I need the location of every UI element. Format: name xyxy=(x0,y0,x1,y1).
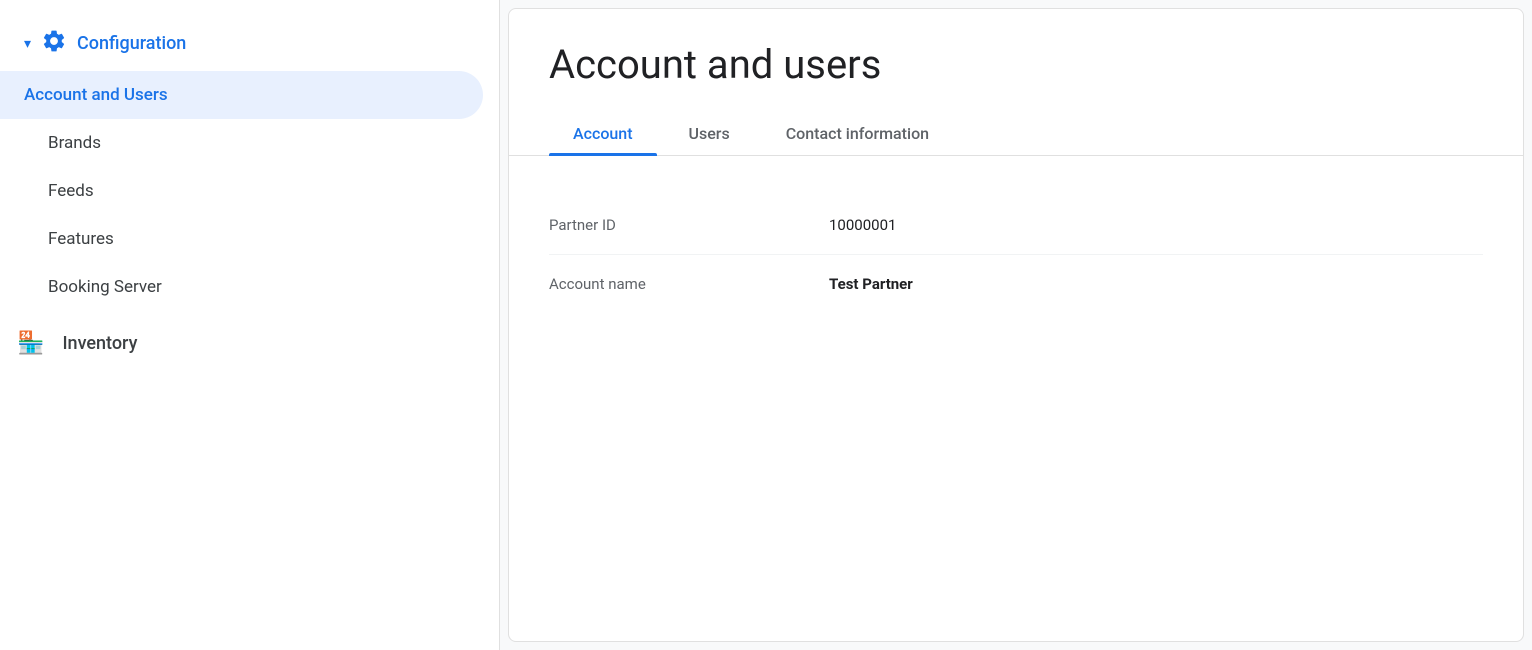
sidebar-item-label: Feeds xyxy=(48,181,94,201)
sidebar-configuration-header[interactable]: ▾ Configuration xyxy=(0,16,499,71)
tab-users[interactable]: Users xyxy=(665,112,754,155)
account-name-label: Account name xyxy=(549,275,829,293)
tab-contact-information[interactable]: Contact information xyxy=(762,112,953,155)
sidebar-item-label: Features xyxy=(48,229,114,249)
sidebar-inventory-header[interactable]: ▾ 🏪 Inventory xyxy=(0,319,499,368)
inventory-label: Inventory xyxy=(62,333,137,354)
page-title: Account and users xyxy=(509,9,1523,112)
main-panel: Account and users Account Users Contact … xyxy=(508,8,1524,642)
sidebar-item-label: Brands xyxy=(48,133,101,153)
account-name-row: Account name Test Partner xyxy=(549,255,1483,313)
configuration-label: Configuration xyxy=(77,33,186,54)
tab-account[interactable]: Account xyxy=(549,112,657,155)
inventory-icon: 🏪 xyxy=(17,331,44,356)
account-info-table: Partner ID 10000001 Account name Test Pa… xyxy=(549,196,1483,313)
account-name-value: Test Partner xyxy=(829,275,913,293)
sidebar-item-features[interactable]: Features xyxy=(0,215,499,263)
sidebar-item-label: Booking Server xyxy=(48,277,162,297)
account-tab-content: Partner ID 10000001 Account name Test Pa… xyxy=(509,156,1523,641)
partner-id-value: 10000001 xyxy=(829,216,896,234)
partner-id-label: Partner ID xyxy=(549,216,829,234)
configuration-chevron-icon: ▾ xyxy=(24,36,31,52)
partner-id-row: Partner ID 10000001 xyxy=(549,196,1483,255)
sidebar-item-label: Account and Users xyxy=(24,85,168,105)
sidebar-item-account-and-users[interactable]: Account and Users xyxy=(0,71,483,119)
tabs-bar: Account Users Contact information xyxy=(509,112,1523,156)
sidebar: ▾ Configuration Account and Users Brands… xyxy=(0,0,500,650)
sidebar-item-feeds[interactable]: Feeds xyxy=(0,167,499,215)
sidebar-item-brands[interactable]: Brands xyxy=(0,119,499,167)
sidebar-item-booking-server[interactable]: Booking Server xyxy=(0,263,499,311)
gear-icon xyxy=(41,28,67,59)
